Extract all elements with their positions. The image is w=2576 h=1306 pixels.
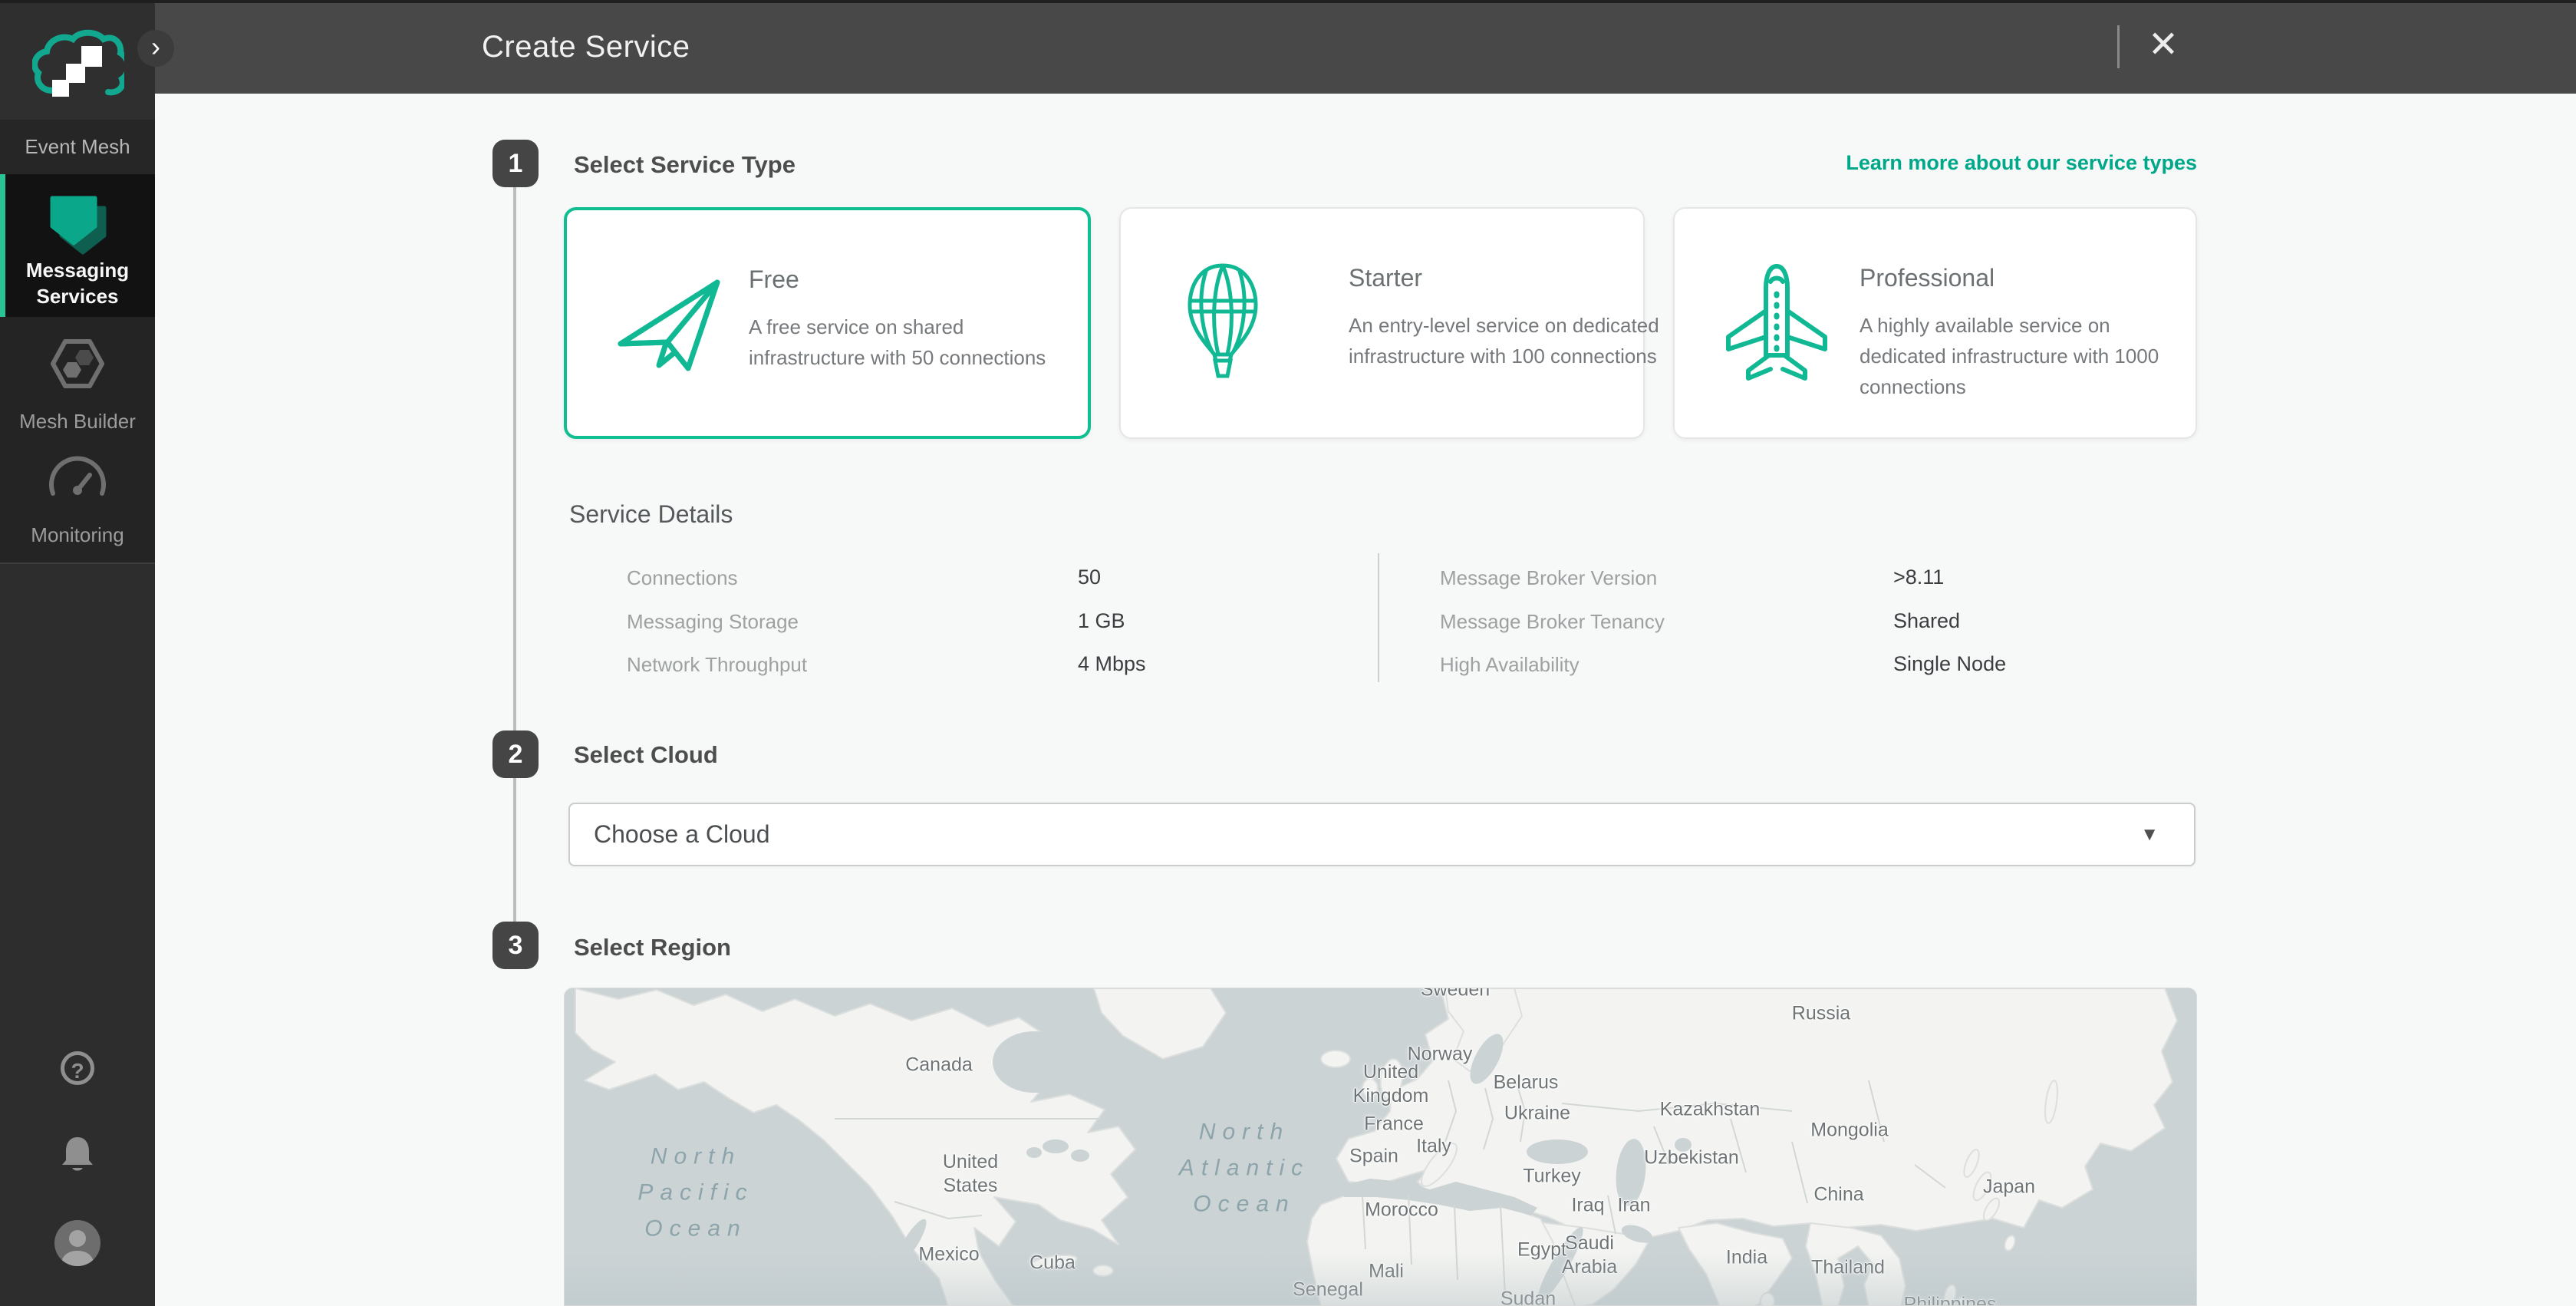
page-title: Create Service [482, 0, 690, 94]
card-description: An entry-level service on dedicated infr… [1349, 310, 1678, 371]
card-description: A free service on shared infrastructure … [749, 312, 1056, 373]
account-button[interactable] [0, 1219, 155, 1271]
detail-label: High Availability [1440, 653, 1580, 677]
service-type-card-professional[interactable]: Professional A highly available service … [1673, 207, 2197, 439]
card-title: Starter [1349, 264, 1422, 292]
hexagon-mesh-icon [49, 337, 106, 391]
sidebar-item-label: Mesh Builder [0, 410, 155, 434]
solace-cloud-logo-icon [32, 26, 124, 100]
chevron-down-icon: ▼ [2140, 804, 2159, 865]
help-button[interactable]: ? [0, 1051, 155, 1085]
notifications-button[interactable] [0, 1136, 155, 1179]
step-3-title: Select Region [574, 934, 731, 961]
detail-label: Network Throughput [627, 653, 807, 677]
sidebar-item-label: Monitoring [0, 523, 155, 547]
header-divider [2117, 25, 2120, 68]
service-type-card-free[interactable]: Free A free service on shared infrastruc… [564, 207, 1091, 439]
detail-label: Messaging Storage [627, 610, 799, 634]
step-2-title: Select Cloud [574, 741, 718, 769]
detail-value: Single Node [1893, 652, 2006, 676]
dialog-header: Create Service ✕ [155, 0, 2576, 94]
learn-more-link[interactable]: Learn more about our service types [1846, 151, 2197, 175]
app-logo[interactable] [0, 0, 155, 120]
notifications-bell-icon [60, 1136, 95, 1176]
step-connector-line [513, 187, 516, 731]
sidebar-item-mesh-builder[interactable]: Mesh Builder [0, 326, 155, 438]
shield-icon [49, 196, 107, 256]
sidebar-item-messaging-services[interactable]: Messaging Services [0, 174, 155, 317]
cloud-select-dropdown[interactable]: Choose a Cloud ▼ [568, 803, 2196, 866]
detail-value: >8.11 [1893, 566, 1944, 589]
detail-label: Message Broker Version [1440, 566, 1657, 590]
map-bottom-fade [565, 1252, 2196, 1305]
user-avatar-icon [53, 1219, 102, 1268]
help-icon: ? [61, 1051, 94, 1085]
step-connector-line [513, 778, 516, 922]
detail-value: 50 [1078, 566, 1101, 589]
step-1-title: Select Service Type [574, 151, 796, 179]
detail-value: 1 GB [1078, 609, 1125, 633]
sidebar-item-label: Messaging Services [0, 257, 155, 309]
close-icon[interactable]: ✕ [2139, 0, 2188, 94]
top-strip [0, 0, 2576, 3]
paper-plane-icon [611, 275, 726, 376]
dropdown-value: Choose a Cloud [594, 804, 769, 865]
create-service-dialog: Create Service ✕ › Event Mesh Messagin [0, 0, 2576, 1306]
region-map[interactable]: CanadaUnited StatesMexicoCubaRussiaNorwa… [564, 988, 2197, 1306]
detail-label: Message Broker Tenancy [1440, 610, 1665, 634]
card-title: Professional [1860, 264, 1995, 292]
sidebar-bottom [0, 564, 155, 1306]
step-2-badge: 2 [492, 731, 539, 778]
detail-value: Shared [1893, 609, 1960, 633]
service-type-card-starter[interactable]: Starter An entry-level service on dedica… [1119, 207, 1645, 439]
sidebar-item-event-mesh[interactable]: Event Mesh [0, 120, 155, 174]
hot-air-balloon-icon [1180, 262, 1266, 385]
service-details-title: Service Details [569, 500, 733, 529]
sidebar: › Event Mesh Messaging Services Mesh Bu [0, 0, 155, 1306]
sidebar-nav: Mesh Builder Monitoring [0, 317, 155, 562]
sidebar-expand-button[interactable]: › [137, 30, 174, 67]
step-3-badge: 3 [492, 922, 539, 969]
service-details-divider [1378, 553, 1379, 682]
airplane-icon [1722, 262, 1831, 386]
chevron-right-icon: › [151, 31, 160, 62]
step-1-badge: 1 [492, 140, 539, 187]
detail-label: Connections [627, 566, 738, 590]
sidebar-item-monitoring[interactable]: Monitoring [0, 440, 155, 552]
card-title: Free [749, 265, 799, 294]
detail-value: 4 Mbps [1078, 652, 1146, 676]
gauge-icon [45, 450, 110, 500]
card-description: A highly available service on dedicated … [1860, 310, 2189, 402]
